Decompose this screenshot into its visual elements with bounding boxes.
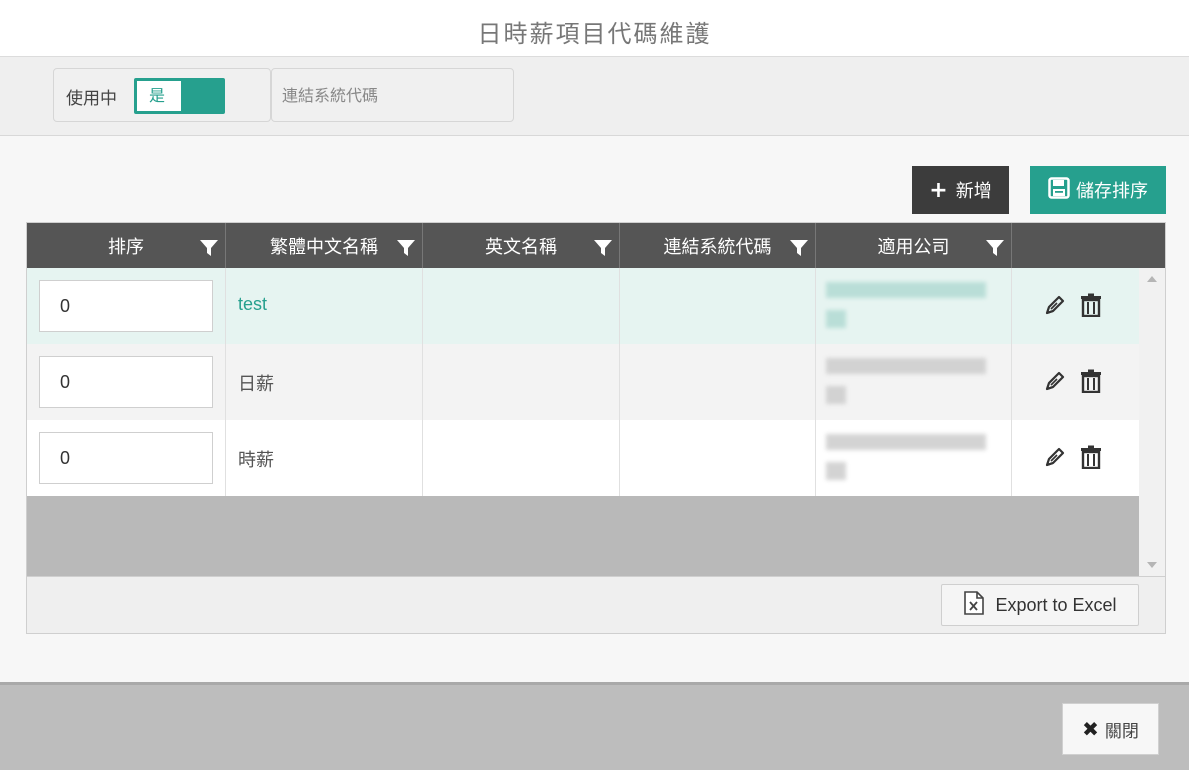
order-cell (27, 268, 226, 344)
save-order-label: 儲存排序 (1076, 181, 1148, 202)
active-toggle[interactable]: 是 (134, 78, 225, 114)
filter-funnel-icon[interactable] (985, 238, 1005, 258)
actions-cell (1012, 420, 1139, 496)
column-header-label: 英文名稱 (485, 236, 557, 258)
scroll-down-arrow-icon[interactable] (1147, 562, 1157, 568)
blurred-company-text (826, 432, 988, 482)
name-en-cell (423, 268, 620, 344)
active-filter-label: 使用中 (66, 89, 117, 109)
system-code-filter (271, 68, 514, 122)
order-input[interactable] (39, 432, 213, 484)
order-cell (27, 344, 226, 420)
grid-footer: Export to Excel (27, 576, 1165, 633)
dialog-footer: ✖ 關閉 (0, 682, 1189, 770)
order-cell (27, 420, 226, 496)
blurred-company-text (826, 280, 988, 330)
column-header-label: 連結系統代碼 (663, 236, 772, 258)
plus-icon: + (929, 177, 948, 203)
grid-header-corner (1139, 223, 1165, 268)
edit-icon[interactable] (1042, 368, 1068, 394)
excel-file-icon (963, 590, 985, 620)
trash-icon[interactable] (1078, 292, 1104, 318)
close-button[interactable]: ✖ 關閉 (1062, 703, 1159, 755)
name-en-cell (423, 420, 620, 496)
column-header-order[interactable]: 排序 (27, 223, 226, 268)
filter-funnel-icon[interactable] (593, 238, 613, 258)
filter-bar: 使用中 是 (0, 57, 1189, 136)
save-order-button[interactable]: 儲存排序 (1030, 166, 1166, 214)
name-zh-cell: 日薪 (226, 344, 423, 420)
name-en-cell (423, 344, 620, 420)
order-input[interactable] (39, 280, 213, 332)
actions-cell (1012, 344, 1139, 420)
company-cell (816, 344, 1012, 420)
name-zh-text: 時薪 (238, 450, 274, 471)
edit-icon[interactable] (1042, 292, 1068, 318)
column-header-name-en[interactable]: 英文名稱 (423, 223, 620, 268)
edit-icon[interactable] (1042, 444, 1068, 470)
company-cell (816, 268, 1012, 344)
actions-cell (1012, 268, 1139, 344)
export-excel-label: Export to Excel (995, 594, 1117, 615)
vertical-scrollbar[interactable] (1139, 268, 1165, 576)
grid-body: test (27, 268, 1139, 576)
dialog-header: 日時薪項目代碼維護 (0, 0, 1189, 57)
data-grid: 排序 繁體中文名稱 英文名稱 連結系統代碼 適用公司 0 test 0 日薪 0… (26, 222, 1166, 634)
company-cell (816, 420, 1012, 496)
close-icon: ✖ (1082, 717, 1099, 741)
column-header-actions (1012, 223, 1139, 268)
name-zh-cell: 時薪 (226, 420, 423, 496)
column-header-label: 繁體中文名稱 (270, 236, 378, 258)
table-row[interactable]: 日薪 (27, 344, 1139, 420)
name-zh-text: test (238, 294, 268, 314)
system-code-cell (620, 344, 816, 420)
blurred-company-text (826, 356, 988, 406)
system-code-cell (620, 268, 816, 344)
system-code-input[interactable] (272, 69, 513, 121)
add-button-label: 新增 (955, 181, 992, 202)
close-button-label: 關閉 (1104, 721, 1139, 742)
trash-icon[interactable] (1078, 368, 1104, 394)
column-header-label: 適用公司 (877, 236, 950, 258)
page-title: 日時薪項目代碼維護 (477, 20, 712, 48)
trash-icon[interactable] (1078, 444, 1104, 470)
column-header-name-zh[interactable]: 繁體中文名稱 (226, 223, 423, 268)
filter-funnel-icon[interactable] (199, 238, 219, 258)
add-button[interactable]: + 新增 (912, 166, 1009, 214)
table-row[interactable]: test (27, 268, 1139, 344)
system-code-cell (620, 420, 816, 496)
grid-header: 排序 繁體中文名稱 英文名稱 連結系統代碼 適用公司 (27, 223, 1139, 268)
name-zh-text: 日薪 (238, 374, 274, 395)
active-toggle-value: 是 (137, 81, 181, 111)
export-excel-button[interactable]: Export to Excel (941, 584, 1139, 626)
column-header-label: 排序 (108, 236, 144, 258)
save-icon (1048, 176, 1070, 204)
order-input[interactable] (39, 356, 213, 408)
active-filter: 使用中 是 (53, 68, 271, 122)
filter-funnel-icon[interactable] (396, 238, 416, 258)
table-row[interactable]: 時薪 (27, 420, 1139, 496)
name-zh-cell: test (226, 268, 423, 344)
filter-funnel-icon[interactable] (789, 238, 809, 258)
scroll-up-arrow-icon[interactable] (1147, 276, 1157, 282)
column-header-company[interactable]: 適用公司 (816, 223, 1012, 268)
column-header-system-code[interactable]: 連結系統代碼 (620, 223, 816, 268)
